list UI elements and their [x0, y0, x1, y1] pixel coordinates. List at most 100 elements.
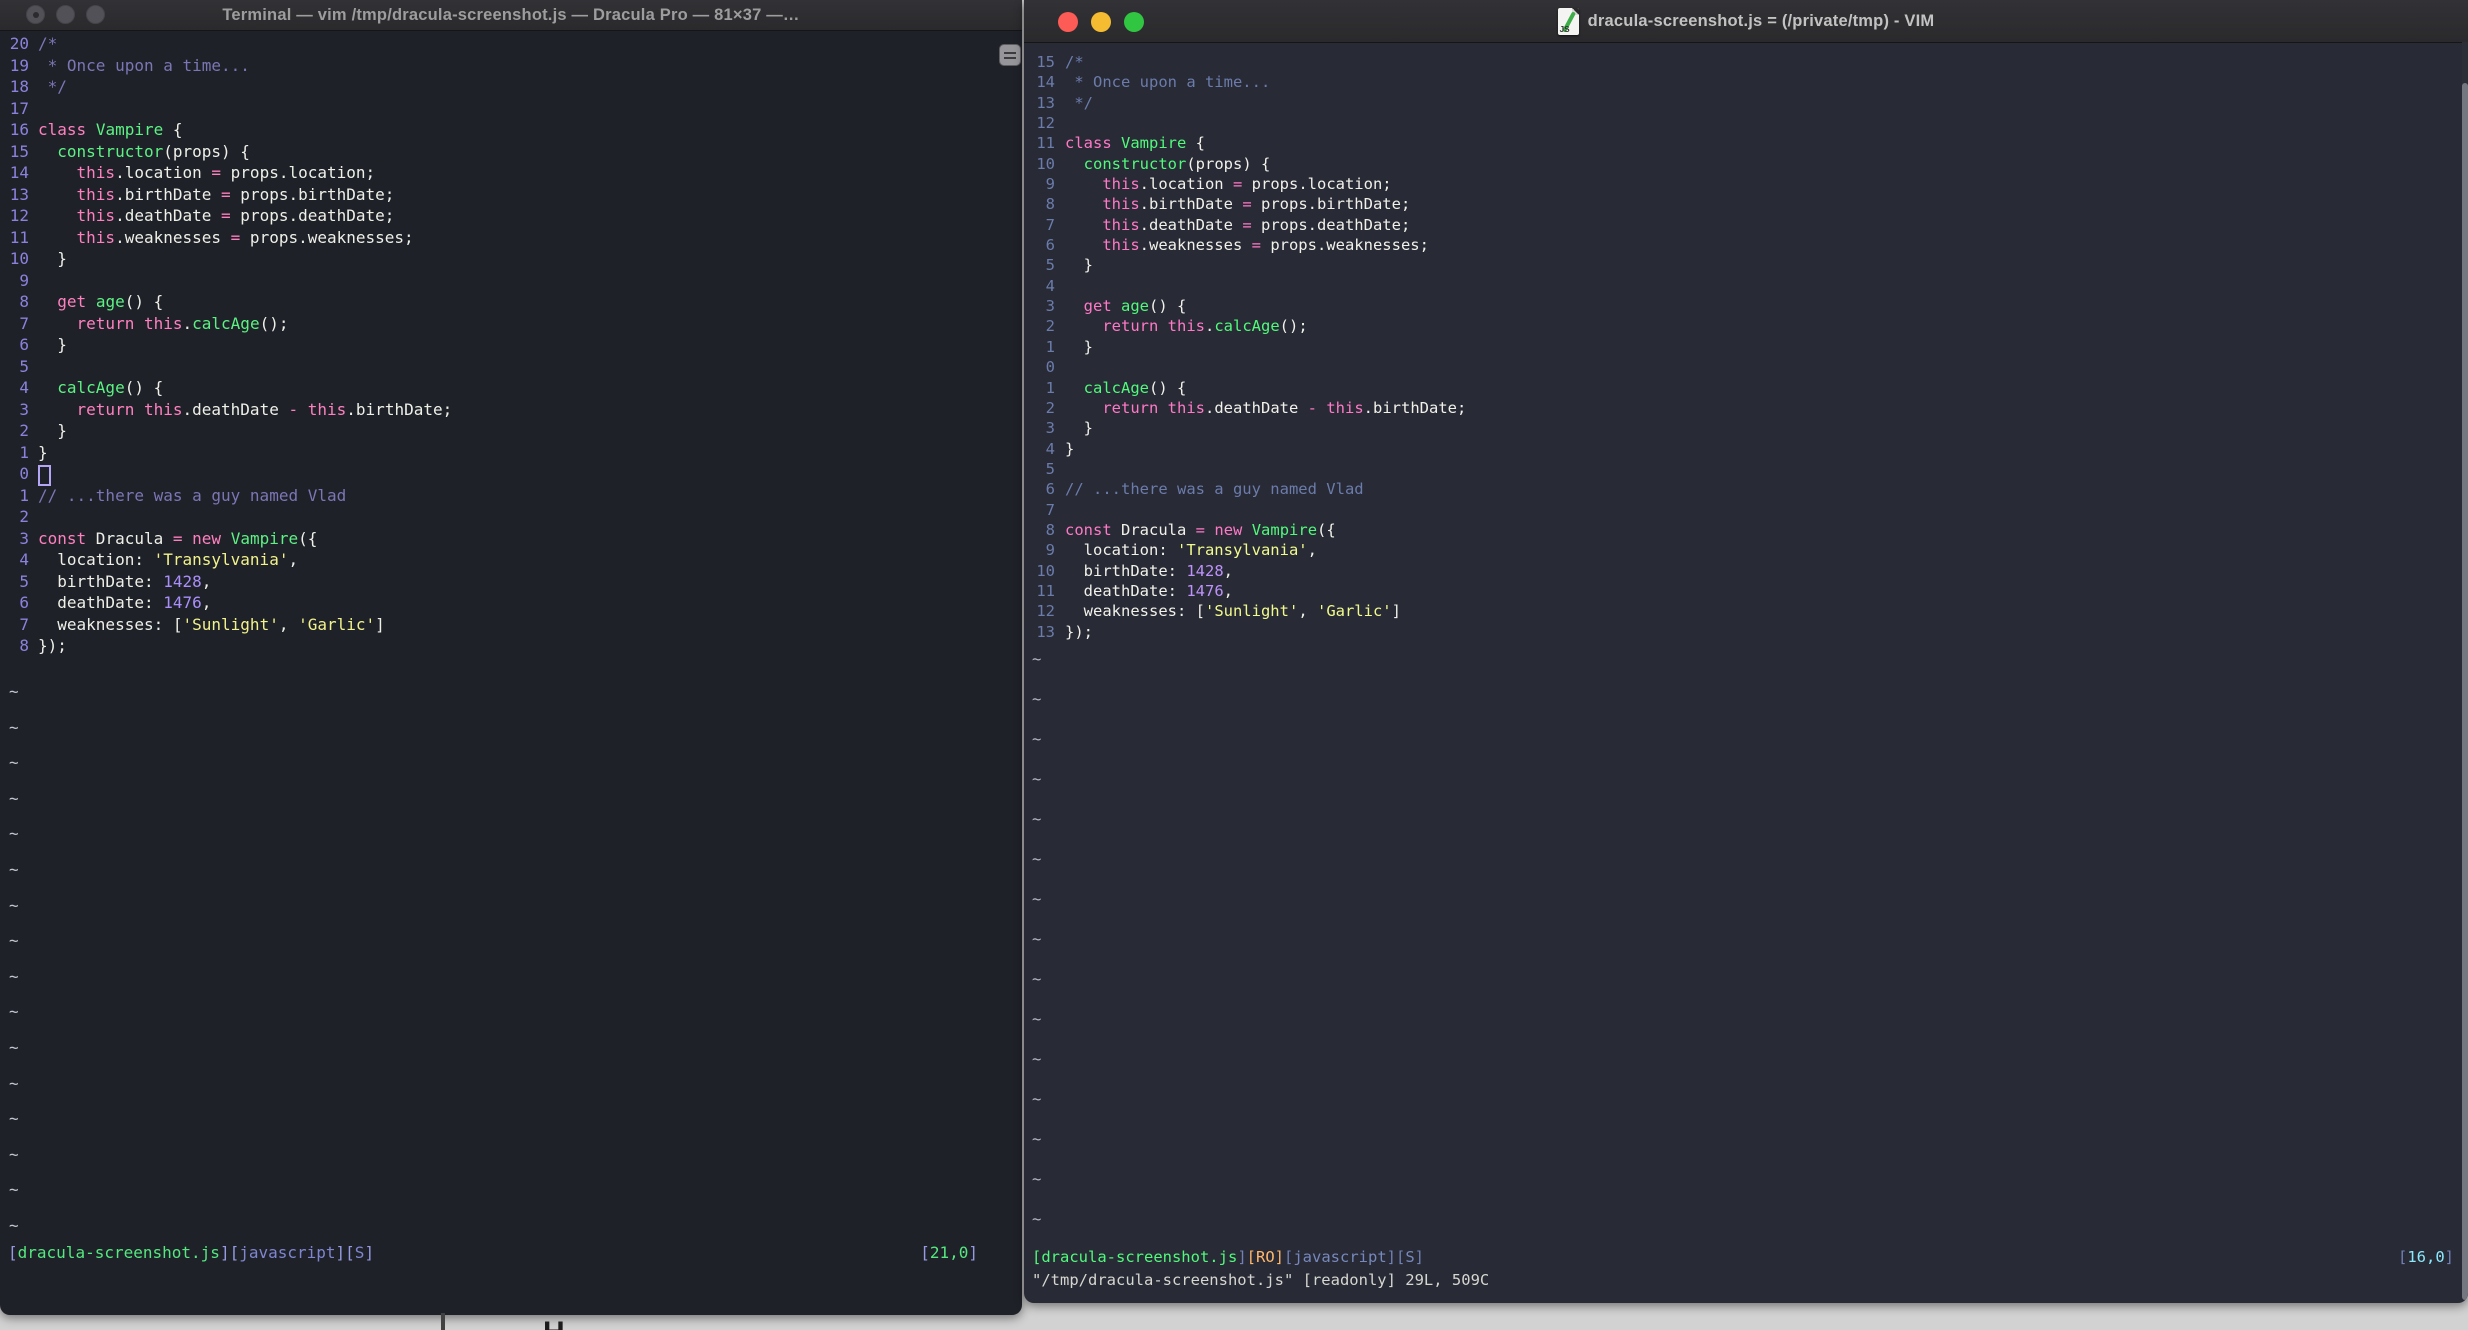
code-line[interactable]: 2 }: [1, 420, 452, 442]
line-number: 15: [1036, 53, 1055, 71]
line-number: 16: [9, 120, 29, 139]
line-number: 8: [9, 292, 29, 311]
line-number: 12: [1036, 114, 1055, 133]
code-line[interactable]: 4 calcAge() {: [1, 377, 452, 399]
code-line[interactable]: 10 birthDate: 1428,: [1024, 561, 1466, 581]
code-line[interactable]: 3 }: [1024, 418, 1466, 438]
code-line[interactable]: 2: [1, 506, 452, 528]
line-number: 11: [1036, 581, 1055, 600]
document-icon[interactable]: JS: [1557, 7, 1579, 35]
code-line[interactable]: 4: [1024, 276, 1466, 296]
code-line[interactable]: 8 get age() {: [1, 291, 452, 313]
code-line[interactable]: 14 * Once upon a time...: [1024, 72, 1466, 92]
code-line[interactable]: 5 birthDate: 1428,: [1, 571, 452, 593]
code-line[interactable]: 17: [1, 98, 452, 120]
code-line[interactable]: 11 deathDate: 1476,: [1024, 581, 1466, 601]
vim-statusline-right: [dracula-screenshot.js][RO][javascript][…: [1032, 1248, 2454, 1266]
code-line[interactable]: 4 location: 'Transylvania',: [1, 549, 452, 571]
code-line[interactable]: 3 const Dracula = new Vampire({: [1, 528, 452, 550]
vim-buffer-left[interactable]: 20/* 19 * Once upon a time... 18 */17 16 cla…: [1, 33, 453, 657]
macvim-titlebar[interactable]: JS dracula-screenshot.js = (/private/tmp…: [1024, 0, 2468, 43]
code-line[interactable]: 9 this .location = props.location;: [1024, 174, 1466, 194]
code-line[interactable]: 10 }: [1, 248, 452, 270]
terminal-titlebar[interactable]: Terminal — vim /tmp/dracula-screenshot.j…: [0, 0, 1022, 31]
code-line[interactable]: 8 this .birthDate = props.birthDate;: [1024, 194, 1466, 214]
line-number: 4: [1036, 439, 1055, 458]
macvim-title-text: dracula-screenshot.js = (/private/tmp) -…: [1587, 11, 1935, 30]
code-line[interactable]: 10 constructor (props) {: [1024, 154, 1466, 174]
code-line[interactable]: 2 return this .deathDate - this .birthDate…: [1024, 398, 1467, 418]
code-line[interactable]: 12 this .deathDate = props.deathDate;: [1, 205, 452, 227]
code-line[interactable]: 6 }: [1, 334, 452, 356]
line-number: 13: [9, 184, 29, 204]
zoom-button[interactable]: [86, 5, 105, 24]
running-process-dot: [32, 11, 39, 18]
minimize-button[interactable]: [56, 5, 75, 24]
code-line[interactable]: 19 * Once upon a time...: [1, 55, 452, 77]
code-line[interactable]: 0: [1024, 357, 1466, 377]
vim-buffer-right[interactable]: 15/* 14 * Once upon a time... 13 */12 11 cla…: [1024, 52, 1466, 642]
code-line[interactable]: 13 */: [1024, 93, 1466, 113]
line-number: 7: [1036, 215, 1055, 234]
code-line[interactable]: 7 weaknesses: ['Sunlight', 'Garlic']: [1, 614, 452, 636]
line-number: 9: [1036, 175, 1055, 194]
code-line[interactable]: 7 return this. calcAge ();: [1, 313, 452, 335]
code-line[interactable]: 11 class Vampire {: [1024, 133, 1466, 153]
vim-statusline-left: [dracula-screenshot.js][javascript][S] […: [8, 1243, 978, 1262]
code-line[interactable]: 1}: [1, 442, 452, 464]
code-line[interactable]: 14 this .location = props.location;: [1, 162, 452, 184]
code-line[interactable]: 12 weaknesses: ['Sunlight', 'Garlic']: [1024, 601, 1466, 621]
code-line[interactable]: 16 class Vampire {: [1, 119, 452, 141]
background-partial-text: H: [543, 1316, 613, 1330]
line-number: 8: [1036, 520, 1055, 539]
code-line[interactable]: 6// ...there was a guy named Vlad: [1024, 479, 1466, 499]
line-number: 0: [9, 464, 29, 483]
terminal-window: Terminal — vim /tmp/dracula-screenshot.j…: [0, 0, 1022, 1315]
code-line[interactable]: 2 return this. calcAge ();: [1024, 316, 1466, 336]
code-line[interactable]: 3 return this .deathDate - this .birthDate…: [1, 399, 452, 421]
minimize-button[interactable]: [1091, 12, 1111, 32]
code-line[interactable]: 1 }: [1024, 337, 1466, 357]
code-line[interactable]: 8});: [1, 635, 452, 657]
scrollbar-thumb[interactable]: [2462, 83, 2468, 1300]
code-line[interactable]: 6 this .weaknesses = props.weaknesses;: [1024, 235, 1466, 255]
code-line[interactable]: 5 }: [1024, 255, 1466, 275]
line-number: 1: [9, 442, 29, 462]
close-button[interactable]: [26, 5, 45, 24]
terminal-window-title: Terminal — vim /tmp/dracula-screenshot.j…: [222, 6, 799, 25]
line-number: 6: [1036, 480, 1055, 499]
line-number: 18: [9, 77, 29, 96]
code-line[interactable]: 11 this .weaknesses = props.weaknesses;: [1, 227, 452, 249]
code-line[interactable]: 5: [1024, 459, 1466, 479]
code-line[interactable]: 12: [1024, 113, 1466, 133]
code-line[interactable]: 5: [1, 356, 452, 378]
code-line[interactable]: 0: [1, 463, 452, 486]
code-line[interactable]: 15 constructor (props) {: [1, 141, 452, 163]
zoom-button[interactable]: [1124, 12, 1144, 32]
code-line[interactable]: 3 get age() {: [1024, 296, 1466, 316]
line-number: 6: [9, 335, 29, 354]
code-line[interactable]: 4}: [1024, 439, 1466, 459]
terminal-scrollbar-marker-icon[interactable]: [999, 44, 1021, 66]
code-line[interactable]: 9: [1, 270, 452, 292]
line-number: 15: [9, 141, 29, 161]
code-line[interactable]: 7 this .deathDate = props.deathDate;: [1024, 215, 1466, 235]
code-line[interactable]: 15/*: [1024, 52, 1466, 72]
line-number: 10: [1036, 561, 1055, 580]
code-line[interactable]: 13 this .birthDate = props.birthDate;: [1, 184, 452, 206]
code-line[interactable]: 9 location: 'Transylvania',: [1024, 540, 1466, 560]
code-line[interactable]: 20/*: [1, 33, 452, 55]
code-line[interactable]: 1 calcAge() {: [1024, 378, 1466, 398]
code-line[interactable]: 13});: [1024, 622, 1466, 642]
line-number: 14: [1036, 73, 1055, 92]
statusline-cursor-position: [16,0]: [2397, 1248, 2454, 1266]
line-number: 11: [1036, 134, 1055, 153]
code-line[interactable]: 1// ...there was a guy named Vlad: [1, 485, 452, 507]
code-line[interactable]: 8 const Dracula = new Vampire({: [1024, 520, 1466, 540]
code-line[interactable]: 6 deathDate: 1476,: [1, 592, 452, 614]
code-line[interactable]: 7: [1024, 500, 1466, 520]
close-button[interactable]: [1058, 12, 1078, 32]
line-number: 7: [9, 313, 29, 333]
vim-cursor: [38, 465, 51, 486]
code-line[interactable]: 18 */: [1, 76, 452, 98]
